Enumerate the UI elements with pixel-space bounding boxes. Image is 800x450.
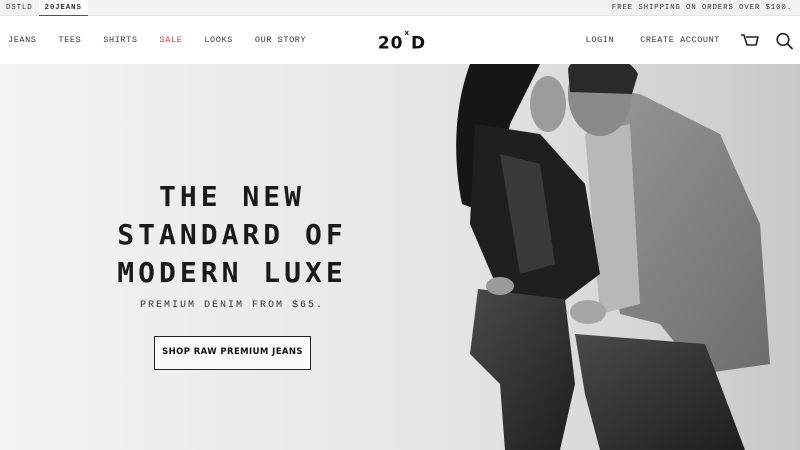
main-nav: JEANS TEES SHIRTS SALE LOOKS OUR STORY 2…	[0, 16, 800, 64]
hero-subline: PREMIUM DENIM FROM $65.	[139, 300, 325, 311]
site-tab-20jeans[interactable]: 20JEANS	[38, 0, 88, 16]
shop-raw-jeans-button[interactable]: SHOP RAW PREMIUM JEANS	[154, 336, 311, 370]
nav-item-our-story[interactable]: OUR STORY	[255, 35, 306, 45]
top-utility-bar: DSTLD 20JEANS FREE SHIPPING ON ORDERS OV…	[0, 0, 800, 16]
logo-text-sup: x	[404, 29, 411, 37]
hero-headline-line-2: STANDARD OF	[117, 218, 347, 251]
search-icon[interactable]	[775, 32, 795, 50]
cart-icon[interactable]	[740, 32, 760, 50]
shipping-promo: FREE SHIPPING ON ORDERS OVER $100.	[611, 4, 792, 12]
site-tab-dstld[interactable]: DSTLD	[0, 0, 39, 16]
brand-logo[interactable]: 20xD	[372, 27, 432, 54]
nav-item-jeans[interactable]: JEANS	[8, 35, 37, 45]
site-switcher: DSTLD 20JEANS	[0, 0, 88, 16]
nav-item-shirts[interactable]: SHIRTS	[103, 35, 137, 45]
nav-item-looks[interactable]: LOOKS	[204, 35, 233, 45]
nav-item-tees[interactable]: TEES	[59, 35, 82, 45]
logo-text-end: D	[411, 33, 427, 54]
logo-text-main: 20	[377, 33, 404, 54]
account-menu: LOGIN CREATE ACCOUNT	[560, 16, 720, 64]
login-link[interactable]: LOGIN	[586, 35, 615, 45]
hero-headline: THE NEW STANDARD OF MODERN LUXE	[92, 178, 372, 292]
nav-item-sale[interactable]: SALE	[160, 35, 183, 45]
hero-headline-line-3: MODERN LUXE	[117, 256, 347, 289]
primary-menu: JEANS TEES SHIRTS SALE LOOKS OUR STORY	[8, 16, 328, 64]
hero-headline-line-1: THE NEW	[158, 180, 305, 213]
create-account-link[interactable]: CREATE ACCOUNT	[640, 35, 720, 45]
hero-banner: THE NEW STANDARD OF MODERN LUXE PREMIUM …	[0, 64, 800, 450]
